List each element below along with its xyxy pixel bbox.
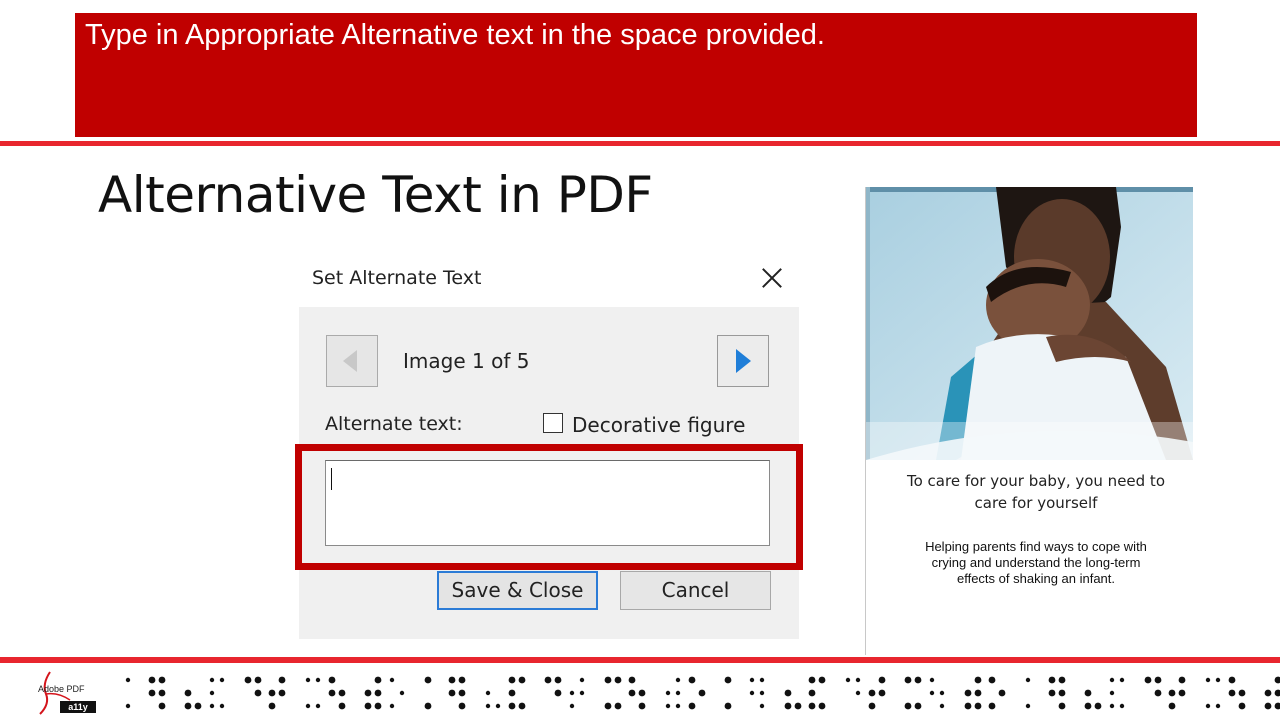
slide-title: Alternative Text in PDF — [98, 166, 653, 224]
flyer-subtext-line: Helping parents find ways to cope with — [925, 539, 1147, 554]
alternate-text-label: Alternate text: — [325, 413, 463, 435]
close-icon[interactable] — [758, 264, 786, 292]
decorative-figure-label[interactable]: Decorative figure — [572, 413, 745, 437]
flyer-subtext: Helping parents find ways to cope with c… — [866, 539, 1206, 587]
previous-image-button[interactable] — [326, 335, 378, 387]
flyer-heading-line: care for yourself — [974, 494, 1098, 512]
braille-pattern — [125, 676, 1280, 710]
flyer-subtext-line: crying and understand the long-term — [931, 555, 1141, 570]
image-counter: Image 1 of 5 — [403, 349, 530, 373]
flyer-heading: To care for your baby, you need to care … — [866, 470, 1206, 514]
instruction-banner: Type in Appropriate Alternative text in … — [75, 13, 1197, 137]
flyer-subtext-line: effects of shaking an infant. — [956, 571, 1116, 586]
highlight-frame — [295, 444, 803, 570]
triangle-left-icon — [343, 350, 357, 372]
adobe-pdf-a11y-logo: Adobe PDF a11y — [36, 670, 102, 716]
instruction-text: Type in Appropriate Alternative text in … — [85, 19, 825, 51]
next-image-button[interactable] — [717, 335, 769, 387]
logo-badge: a11y — [60, 701, 96, 713]
mother-baby-photo — [866, 187, 1193, 460]
top-divider — [0, 141, 1280, 146]
flyer-preview: To care for your baby, you need to care … — [865, 187, 1193, 655]
decorative-figure-checkbox[interactable] — [543, 413, 563, 433]
dialog-title: Set Alternate Text — [312, 267, 482, 289]
bottom-divider — [0, 657, 1280, 663]
flyer-heading-line: To care for your baby, you need to — [906, 472, 1165, 490]
cancel-button[interactable]: Cancel — [620, 571, 771, 610]
save-close-button[interactable]: Save & Close — [437, 571, 598, 610]
triangle-right-icon — [736, 349, 751, 373]
logo-text: Adobe PDF — [38, 684, 85, 694]
